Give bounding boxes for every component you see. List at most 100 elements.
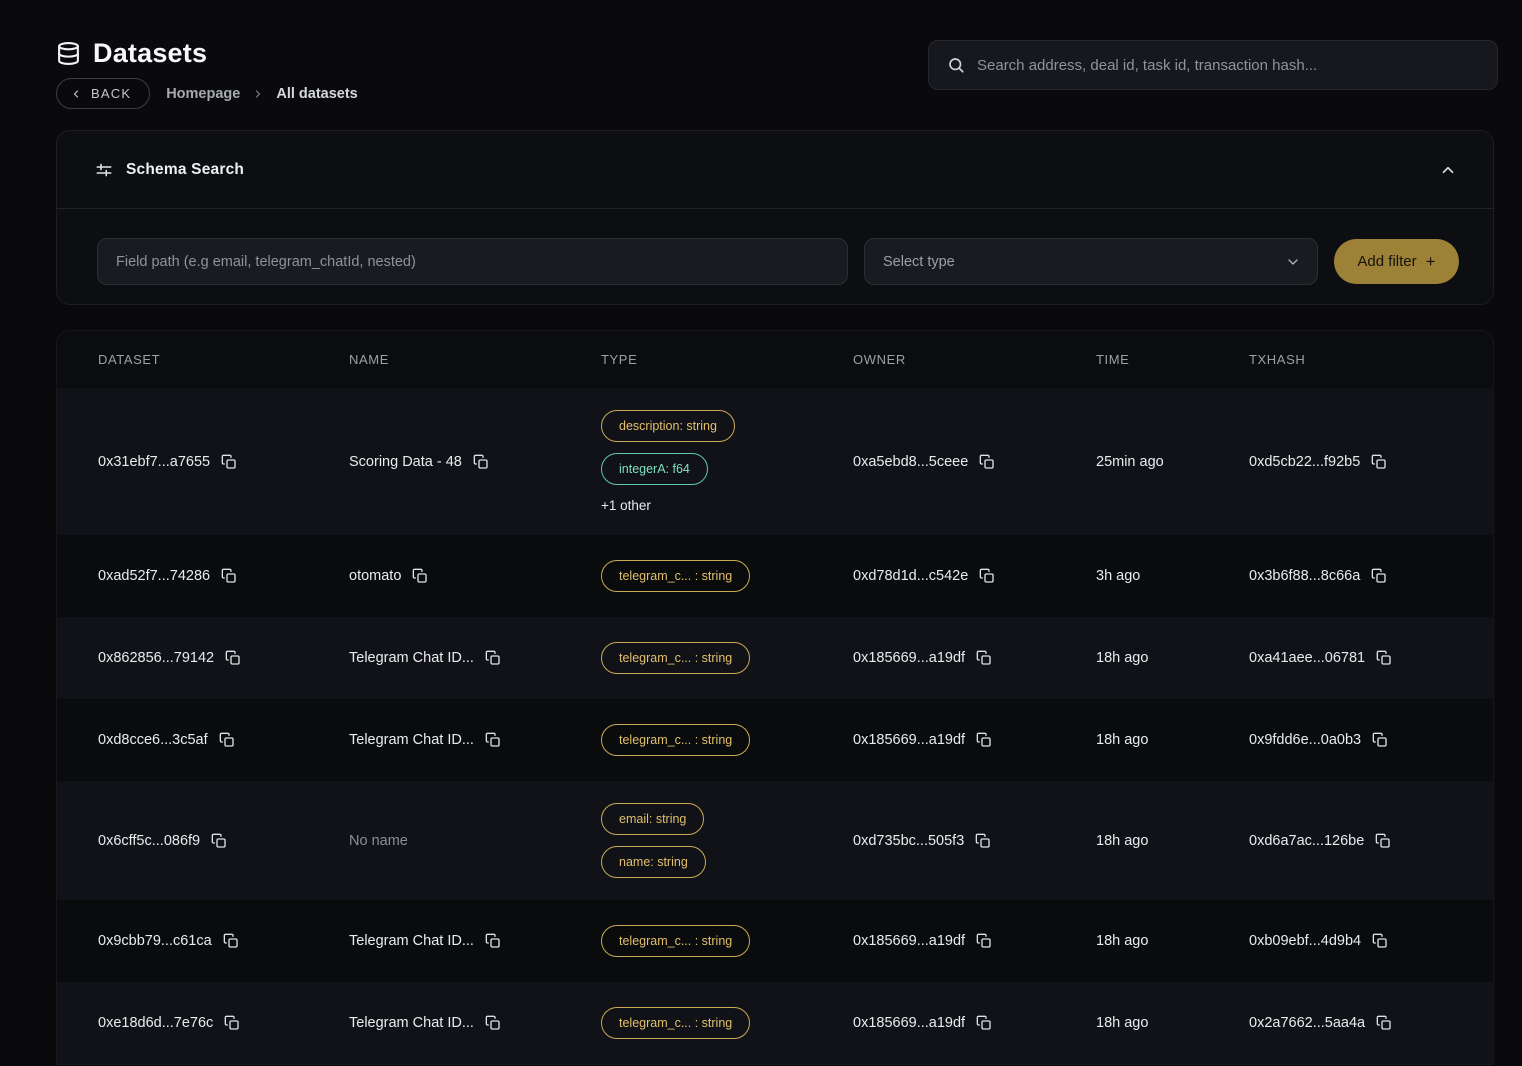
txhash-cell: 0x3b6f88...8c66a bbox=[1249, 566, 1493, 586]
name-cell: Telegram Chat ID... bbox=[349, 1013, 601, 1033]
dataset-name: Telegram Chat ID... bbox=[349, 1015, 474, 1031]
type-badge: telegram_c... : string bbox=[601, 1007, 750, 1039]
schema-search-title: Schema Search bbox=[126, 161, 244, 179]
owner-cell: 0x185669...a19df bbox=[853, 730, 1096, 750]
copy-icon[interactable] bbox=[977, 566, 997, 586]
collapse-panel-button[interactable] bbox=[1433, 155, 1463, 185]
column-header-time: TIME bbox=[1096, 352, 1249, 367]
dataset-cell: 0xad52f7...74286 bbox=[98, 566, 349, 586]
copy-icon[interactable] bbox=[410, 566, 430, 586]
copy-icon[interactable] bbox=[219, 566, 239, 586]
time-cell: 18h ago bbox=[1096, 732, 1249, 748]
table-row[interactable]: 0x6cff5c...086f9 No name email: stringna… bbox=[57, 781, 1493, 900]
back-label: BACK bbox=[91, 86, 131, 101]
name-cell: Telegram Chat ID... bbox=[349, 931, 601, 951]
type-badge: integerA: f64 bbox=[601, 453, 708, 485]
copy-icon[interactable] bbox=[974, 730, 994, 750]
column-header-dataset: DATASET bbox=[98, 352, 349, 367]
copy-icon[interactable] bbox=[1369, 566, 1389, 586]
copy-icon[interactable] bbox=[1370, 730, 1390, 750]
copy-icon[interactable] bbox=[1374, 648, 1394, 668]
type-select[interactable]: Select type bbox=[864, 238, 1318, 285]
sliders-icon bbox=[95, 161, 113, 179]
txhash-value: 0x2a7662...5aa4a bbox=[1249, 1015, 1365, 1031]
field-path-input[interactable] bbox=[97, 238, 848, 285]
table-row[interactable]: 0xd8cce6...3c5af Telegram Chat ID... tel… bbox=[57, 699, 1493, 781]
txhash-value: 0xb09ebf...4d9b4 bbox=[1249, 933, 1361, 949]
page-title: Datasets bbox=[93, 38, 207, 69]
copy-icon[interactable] bbox=[1369, 452, 1389, 472]
table-body: 0x31ebf7...a7655 Scoring Data - 48 descr… bbox=[57, 388, 1493, 1064]
breadcrumb-homepage[interactable]: Homepage bbox=[166, 86, 240, 102]
copy-icon[interactable] bbox=[974, 931, 994, 951]
copy-icon[interactable] bbox=[223, 648, 243, 668]
type-badge: description: string bbox=[601, 410, 735, 442]
database-icon bbox=[56, 41, 81, 66]
type-badge: telegram_c... : string bbox=[601, 724, 750, 756]
copy-icon[interactable] bbox=[221, 931, 241, 951]
copy-icon[interactable] bbox=[974, 1013, 994, 1033]
table-row[interactable]: 0xad52f7...74286 otomato telegram_c... :… bbox=[57, 535, 1493, 617]
name-cell: Scoring Data - 48 bbox=[349, 452, 601, 472]
txhash-value: 0xd6a7ac...126be bbox=[1249, 833, 1364, 849]
copy-icon[interactable] bbox=[973, 831, 993, 851]
copy-icon[interactable] bbox=[483, 730, 503, 750]
type-badge: telegram_c... : string bbox=[601, 925, 750, 957]
back-button[interactable]: BACK bbox=[56, 78, 150, 109]
copy-icon[interactable] bbox=[483, 1013, 503, 1033]
copy-icon[interactable] bbox=[483, 931, 503, 951]
add-filter-button[interactable]: Add filter + bbox=[1334, 239, 1459, 284]
dataset-hash: 0xd8cce6...3c5af bbox=[98, 732, 208, 748]
dataset-name: Telegram Chat ID... bbox=[349, 933, 474, 949]
schema-search-header: Schema Search bbox=[57, 131, 1493, 209]
copy-icon[interactable] bbox=[219, 452, 239, 472]
time-value: 18h ago bbox=[1096, 650, 1148, 666]
txhash-cell: 0xa41aee...06781 bbox=[1249, 648, 1493, 668]
type-select-value: Select type bbox=[883, 254, 955, 270]
table-row[interactable]: 0x9cbb79...c61ca Telegram Chat ID... tel… bbox=[57, 900, 1493, 982]
owner-hash: 0x185669...a19df bbox=[853, 933, 965, 949]
global-search[interactable] bbox=[928, 40, 1498, 90]
table-row[interactable]: 0x862856...79142 Telegram Chat ID... tel… bbox=[57, 617, 1493, 699]
add-filter-label: Add filter bbox=[1357, 253, 1416, 270]
copy-icon[interactable] bbox=[977, 452, 997, 472]
time-cell: 18h ago bbox=[1096, 1015, 1249, 1031]
txhash-cell: 0xb09ebf...4d9b4 bbox=[1249, 931, 1493, 951]
txhash-cell: 0xd6a7ac...126be bbox=[1249, 831, 1493, 851]
time-value: 18h ago bbox=[1096, 933, 1148, 949]
nav-row: BACK Homepage All datasets bbox=[56, 78, 358, 109]
copy-icon[interactable] bbox=[1373, 831, 1393, 851]
dataset-hash: 0x31ebf7...a7655 bbox=[98, 454, 210, 470]
name-cell: otomato bbox=[349, 566, 601, 586]
type-badge: telegram_c... : string bbox=[601, 560, 750, 592]
column-header-owner: OWNER bbox=[853, 352, 1096, 367]
txhash-cell: 0x2a7662...5aa4a bbox=[1249, 1013, 1493, 1033]
copy-icon[interactable] bbox=[209, 831, 229, 851]
type-badge-stack: telegram_c... : string bbox=[601, 724, 750, 756]
time-value: 18h ago bbox=[1096, 833, 1148, 849]
copy-icon[interactable] bbox=[974, 648, 994, 668]
chevron-up-icon bbox=[1439, 161, 1457, 179]
copy-icon[interactable] bbox=[483, 648, 503, 668]
dataset-cell: 0x862856...79142 bbox=[98, 648, 349, 668]
type-badge: telegram_c... : string bbox=[601, 642, 750, 674]
type-cell: telegram_c... : string bbox=[601, 620, 853, 696]
time-cell: 18h ago bbox=[1096, 650, 1249, 666]
dataset-cell: 0x31ebf7...a7655 bbox=[98, 452, 349, 472]
name-cell: Telegram Chat ID... bbox=[349, 730, 601, 750]
copy-icon[interactable] bbox=[222, 1013, 242, 1033]
datasets-table: DATASET NAME TYPE OWNER TIME TXHASH 0x31… bbox=[56, 330, 1494, 1065]
type-badge-stack: telegram_c... : string bbox=[601, 925, 750, 957]
owner-hash: 0xd735bc...505f3 bbox=[853, 833, 964, 849]
chevron-down-icon bbox=[1285, 254, 1301, 270]
txhash-value: 0x9fdd6e...0a0b3 bbox=[1249, 732, 1361, 748]
copy-icon[interactable] bbox=[1370, 931, 1390, 951]
type-badge-stack: telegram_c... : string bbox=[601, 560, 750, 592]
type-badge-stack: description: string integerA: f64 bbox=[601, 410, 735, 485]
search-input[interactable] bbox=[977, 57, 1479, 74]
copy-icon[interactable] bbox=[1374, 1013, 1394, 1033]
copy-icon[interactable] bbox=[217, 730, 237, 750]
table-row[interactable]: 0x31ebf7...a7655 Scoring Data - 48 descr… bbox=[57, 388, 1493, 535]
table-row[interactable]: 0xe18d6d...7e76c Telegram Chat ID... tel… bbox=[57, 982, 1493, 1064]
copy-icon[interactable] bbox=[471, 452, 491, 472]
